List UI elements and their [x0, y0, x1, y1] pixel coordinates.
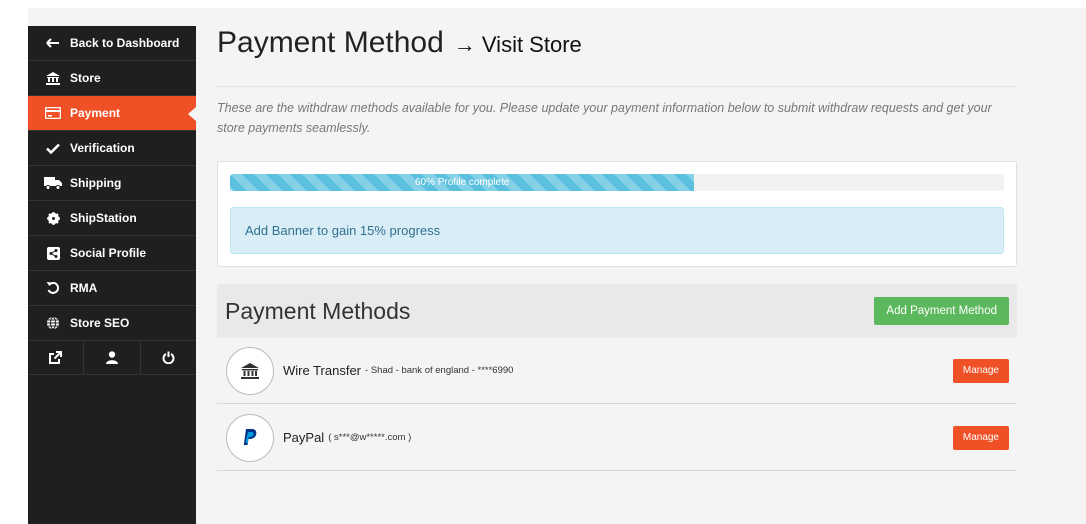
sidebar-item-label: Verification [70, 141, 135, 155]
sidebar-item-social-profile[interactable]: Social Profile [28, 236, 196, 271]
add-payment-method-button[interactable]: Add Payment Method [874, 297, 1009, 325]
sidebar-item-shipstation[interactable]: ShipStation [28, 201, 196, 236]
sidebar: Back to Dashboard Store Payment Verifica… [28, 26, 197, 524]
share-icon [40, 246, 66, 260]
payment-methods-header: Payment Methods Add Payment Method [217, 284, 1017, 338]
page-title: Payment Method [217, 26, 444, 59]
sidebar-item-label: Back to Dashboard [70, 36, 180, 50]
manage-button[interactable]: Manage [952, 425, 1009, 450]
progress-fill: 60% Profile complete [230, 174, 695, 191]
payment-method-name: Wire Transfer [283, 363, 362, 378]
profile-progress-panel: 60% Profile complete Add Banner to gain … [217, 161, 1017, 267]
sidebar-footer [28, 341, 196, 375]
payment-method-row-wire-transfer: Wire Transfer - Shad - bank of england -… [217, 338, 1017, 404]
payment-method-name: PayPal [283, 430, 325, 445]
page-description: These are the withdraw methods available… [217, 101, 992, 135]
sidebar-item-store-seo[interactable]: Store SEO [28, 306, 196, 341]
sidebar-item-back-to-dashboard[interactable]: Back to Dashboard [28, 26, 196, 61]
progress-hint-alert: Add Banner to gain 15% progress [230, 207, 1004, 254]
manage-button[interactable]: Manage [952, 358, 1009, 383]
sidebar-item-label: Store SEO [70, 316, 130, 330]
sidebar-item-payment[interactable]: Payment [28, 96, 197, 131]
sidebar-item-label: Store [70, 71, 101, 85]
paypal-icon [226, 413, 274, 462]
bank-icon [40, 71, 66, 85]
globe-icon [40, 316, 66, 330]
progress-hint[interactable]: Add Banner to gain 15% progress [245, 223, 440, 238]
sidebar-item-label: Shipping [70, 176, 122, 190]
visit-store-link[interactable]: → Visit Store [454, 32, 582, 58]
user-icon[interactable] [84, 341, 141, 374]
credit-card-icon [40, 107, 66, 119]
arrow-left-icon [40, 38, 66, 48]
sidebar-item-label: Payment [70, 106, 121, 120]
main-header: Payment Method → Visit Store [217, 26, 1017, 70]
external-link-icon[interactable] [28, 341, 85, 374]
sidebar-item-rma[interactable]: RMA [28, 271, 196, 306]
sidebar-item-label: RMA [70, 281, 98, 295]
payment-method-row-paypal: PayPal ( s***@w*****.com ) Manage [217, 405, 1017, 471]
power-icon[interactable] [141, 341, 196, 374]
payment-method-detail: - Shad - bank of england - ****6990 [365, 365, 514, 376]
truck-icon [40, 176, 66, 190]
check-icon [40, 143, 66, 154]
sidebar-item-store[interactable]: Store [28, 61, 196, 96]
undo-icon [40, 281, 66, 295]
sidebar-item-label: Social Profile [70, 246, 147, 260]
progress-bar: 60% Profile complete [230, 174, 1004, 191]
sidebar-item-shipping[interactable]: Shipping [28, 166, 196, 201]
progress-label: 60% Profile complete [414, 177, 510, 188]
payment-methods-heading: Payment Methods [225, 297, 411, 324]
gear-icon [40, 211, 66, 225]
sidebar-item-verification[interactable]: Verification [28, 131, 196, 166]
bank-icon [226, 346, 274, 395]
sidebar-item-label: ShipStation [70, 211, 137, 225]
payment-method-detail: ( s***@w*****.com ) [328, 432, 412, 443]
divider [217, 86, 1017, 87]
